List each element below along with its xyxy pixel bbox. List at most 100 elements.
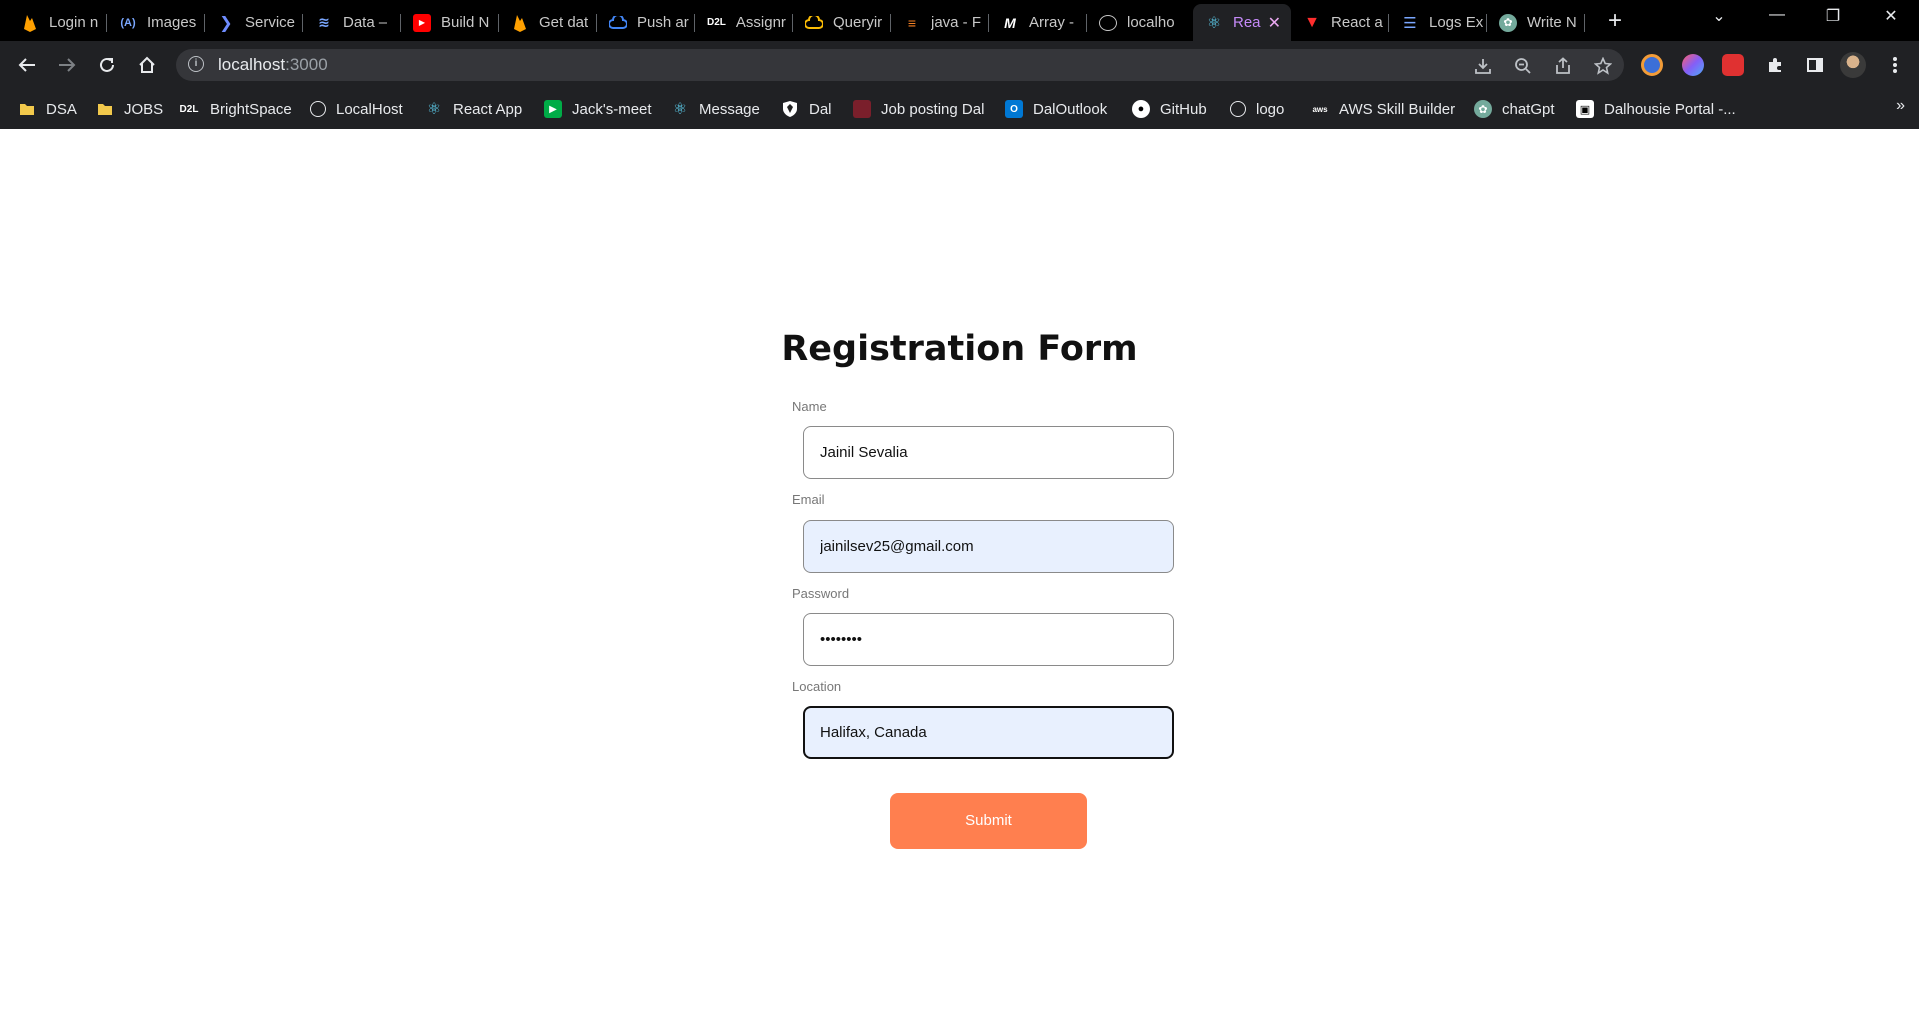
d2l-icon: D2L (179, 103, 199, 115)
password-input[interactable] (803, 613, 1174, 666)
chevron-service-icon: ❯ (219, 14, 233, 32)
tab-querying[interactable]: Queryir (793, 4, 891, 41)
tab-write[interactable]: ✿ Write N (1487, 4, 1585, 41)
list-icon: ☰ (1403, 14, 1417, 32)
tab-localhost[interactable]: localho (1087, 4, 1185, 41)
bookmark-dsa[interactable]: DSA (18, 97, 77, 121)
bookmark-aws-skill-builder[interactable]: aws AWS Skill Builder (1311, 97, 1455, 121)
close-tab-icon[interactable]: ✕ (1268, 13, 1281, 33)
password-label: Password (792, 586, 850, 601)
bookmarks-bar: DSA JOBS D2L BrightSpace LocalHost ⚛ Rea… (0, 89, 1919, 129)
tab-build[interactable]: ▶ Build N (401, 4, 499, 41)
google-cloud-icon (805, 14, 823, 32)
back-arrow-icon (18, 58, 35, 72)
forward-button[interactable] (52, 51, 82, 79)
more-bookmarks-icon[interactable]: » (1896, 97, 1905, 115)
location-input[interactable] (803, 706, 1174, 759)
close-window-button[interactable]: ✕ (1876, 6, 1906, 26)
bookmark-logo[interactable]: logo (1230, 97, 1284, 121)
install-app-icon[interactable] (1472, 55, 1494, 77)
react-icon: ⚛ (1206, 14, 1222, 32)
address-bar[interactable]: i localhost:3000 (176, 49, 1624, 81)
browser-toolbar: i localhost:3000 (0, 41, 1919, 89)
shield-extension-icon[interactable] (1722, 54, 1744, 76)
tab-strip: Login n (A) Images ❯ Service ≋ Data – ▶ … (0, 0, 1919, 41)
page-title: Registration Form (781, 329, 1138, 369)
restore-button[interactable]: ❐ (1818, 6, 1848, 26)
forward-arrow-icon (59, 58, 76, 72)
bookmark-github[interactable]: ● GitHub (1132, 97, 1207, 121)
extension-icon-1[interactable] (1641, 54, 1663, 76)
bookmark-daloutlook[interactable]: O DalOutlook (1005, 97, 1107, 121)
tab-search-icon[interactable]: ⌄ (1704, 6, 1734, 26)
react-icon: ⚛ (672, 101, 688, 118)
stackoverflow-icon: ≡ (907, 14, 917, 31)
menu-kebab-icon[interactable] (1880, 51, 1910, 79)
tab-service[interactable]: ❯ Service (205, 4, 303, 41)
reload-icon (100, 57, 114, 72)
bookmark-jobs[interactable]: JOBS (96, 97, 163, 121)
registration-page: Registration Form Name Email Password Lo… (0, 129, 1919, 1020)
name-input[interactable] (803, 426, 1174, 479)
zoom-icon[interactable] (1512, 55, 1534, 77)
home-icon (139, 56, 155, 73)
location-label: Location (792, 679, 842, 694)
address-url[interactable]: localhost:3000 (218, 55, 328, 75)
extension-icon-2[interactable] (1682, 54, 1704, 76)
bookmark-dalhousie-portal[interactable]: ▣ Dalhousie Portal -... (1576, 97, 1736, 121)
react-icon: ⚛ (426, 101, 442, 118)
medium-icon: M (1004, 14, 1016, 31)
bookmark-brightspace[interactable]: D2L BrightSpace (178, 97, 292, 121)
reload-button[interactable] (92, 51, 122, 79)
tab-images[interactable]: (A) Images (107, 4, 205, 41)
back-button[interactable] (12, 51, 42, 79)
youtube-icon: ▶ (413, 13, 431, 32)
layers-icon: ≋ (318, 14, 330, 30)
aws-icon: aws (1312, 104, 1328, 114)
google-cloud-icon (609, 14, 627, 32)
firebase-icon (21, 14, 39, 32)
tab-get-data[interactable]: Get dat (499, 4, 597, 41)
github-icon: ● (1132, 100, 1150, 118)
new-tab-button[interactable]: + (1600, 8, 1630, 36)
share-icon[interactable] (1552, 55, 1574, 77)
tab-logs[interactable]: ☰ Logs Ex (1389, 4, 1487, 41)
bookmark-localhost[interactable]: LocalHost (310, 97, 403, 121)
name-label: Name (792, 399, 827, 414)
vite-icon: ▼ (1304, 13, 1320, 31)
home-button[interactable] (132, 51, 162, 79)
bookmark-dal[interactable]: Dal (781, 97, 832, 121)
tab-react-active[interactable]: ⚛ Rea ✕ (1193, 4, 1291, 41)
bookmark-react-app[interactable]: ⚛ React App (425, 97, 522, 121)
code-brackets-icon: (A) (120, 16, 136, 29)
side-panel-icon[interactable] (1800, 51, 1830, 79)
bookmark-jacks-meet[interactable]: ▶ Jack's-meet (544, 97, 652, 121)
email-input[interactable] (803, 520, 1174, 573)
tab-java[interactable]: ≡ java - F (891, 4, 989, 41)
bookmark-star-icon[interactable] (1592, 55, 1614, 77)
submit-button[interactable]: Submit (890, 793, 1087, 849)
tab-login[interactable]: Login n (9, 4, 107, 41)
extensions-puzzle-icon[interactable] (1760, 51, 1790, 79)
meet-icon: ▶ (544, 100, 562, 118)
tab-array[interactable]: M Array - (989, 4, 1087, 41)
bookmark-message[interactable]: ⚛ Message (671, 97, 760, 121)
shield-icon (781, 100, 799, 118)
bookmark-job-posting-dal[interactable]: Job posting Dal (853, 97, 984, 121)
outlook-icon: O (1005, 100, 1023, 118)
chatgpt-icon: ✿ (1474, 100, 1492, 118)
d2l-icon: D2L (707, 17, 726, 28)
tab-data[interactable]: ≋ Data – (303, 4, 401, 41)
profile-avatar[interactable] (1840, 52, 1866, 78)
tab-push[interactable]: Push ar (597, 4, 695, 41)
chatgpt-icon: ✿ (1499, 13, 1517, 32)
portal-icon: ▣ (1576, 100, 1594, 118)
site-info-icon[interactable]: i (188, 56, 204, 72)
bookmark-chatgpt[interactable]: ✿ chatGpt (1474, 97, 1555, 121)
folder-icon (18, 100, 36, 118)
tab-react-app[interactable]: ▼ React a (1291, 4, 1389, 41)
minimize-button[interactable]: — (1762, 6, 1792, 24)
tab-assignment[interactable]: D2L Assignr (695, 4, 793, 41)
email-label: Email (792, 492, 825, 507)
briefcase-icon (853, 100, 871, 118)
